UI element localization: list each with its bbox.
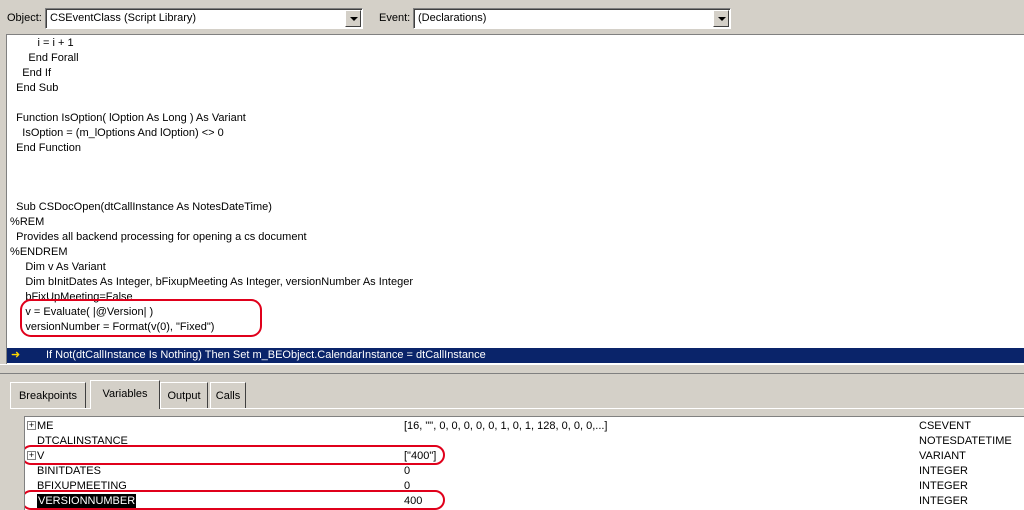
variable-type: CSEVENT (919, 420, 971, 432)
code-line[interactable]: End Forall (7, 51, 1024, 66)
tab-variables[interactable]: Variables (90, 380, 160, 409)
event-dropdown-value: (Declarations) (418, 12, 487, 24)
code-line[interactable] (7, 185, 1024, 200)
variable-name: DTCALINSTANCE (37, 435, 128, 447)
variable-value: 0 (404, 465, 411, 477)
expand-plus-icon[interactable]: + (27, 451, 36, 460)
expand-plus-icon[interactable]: + (27, 421, 36, 430)
variable-value: 0 (404, 480, 411, 492)
code-line[interactable]: Function IsOption( lOption As Long ) As … (7, 111, 1024, 126)
variable-row[interactable]: BFIXUPMEETING 0 INTEGER (25, 479, 1024, 494)
variable-type: VARIANT (919, 450, 966, 462)
chevron-down-icon[interactable] (713, 10, 729, 27)
tab-output[interactable]: Output (160, 382, 208, 408)
code-line[interactable]: Provides all backend processing for open… (7, 230, 1024, 245)
code-line[interactable]: Dim bInitDates As Integer, bFixupMeeting… (7, 275, 1024, 290)
code-line[interactable]: v = Evaluate( |@Version| ) (7, 305, 1024, 320)
tab-breakpoints[interactable]: Breakpoints (10, 382, 86, 408)
variable-name: V (37, 450, 45, 462)
event-dropdown[interactable]: (Declarations) (413, 8, 731, 29)
object-label: Object: (7, 12, 42, 24)
variables-list[interactable]: + ME [16, "", 0, 0, 0, 0, 0, 1, 0, 1, 12… (24, 416, 1024, 510)
object-dropdown[interactable]: CSEventClass (Script Library) (45, 8, 363, 29)
variable-type: INTEGER (919, 480, 968, 492)
code-line[interactable]: i = i + 1 (7, 36, 1024, 51)
code-line[interactable]: versionNumber = Format(v(0), "Fixed") (7, 320, 1024, 335)
code-line[interactable] (7, 171, 1024, 186)
variable-name: BINITDATES (37, 465, 101, 477)
event-label: Event: (379, 12, 411, 24)
code-line[interactable]: End If (7, 66, 1024, 81)
variable-row[interactable]: DTCALINSTANCE NOTESDATETIME (25, 434, 1024, 449)
variable-row[interactable]: BINITDATES 0 INTEGER (25, 464, 1024, 479)
variable-name: ME (37, 420, 54, 432)
script-editor[interactable]: i = i + 1 End Forall End If End Sub Func… (6, 34, 1024, 364)
variable-value: [16, "", 0, 0, 0, 0, 0, 1, 0, 1, 128, 0,… (404, 420, 608, 432)
tab-panel-border (10, 408, 1024, 409)
variable-name: VERSIONNUMBER (37, 494, 137, 509)
code-line[interactable]: End Function (7, 141, 1024, 156)
variable-type: NOTESDATETIME (919, 435, 1012, 447)
object-dropdown-value: CSEventClass (Script Library) (50, 12, 197, 24)
code-line[interactable]: Sub CSDocOpen(dtCallInstance As NotesDat… (7, 200, 1024, 215)
code-line[interactable] (7, 96, 1024, 111)
variable-type: INTEGER (919, 495, 968, 507)
variable-row[interactable]: VERSIONNUMBER 400 INTEGER (25, 494, 1024, 509)
tab-calls[interactable]: Calls (210, 382, 246, 408)
code-line[interactable]: bFixUpMeeting=False (7, 290, 1024, 305)
pane-splitter[interactable] (0, 364, 1024, 374)
code-line[interactable]: IsOption = (m_lOptions And lOption) <> 0 (7, 126, 1024, 141)
variable-name: BFIXUPMEETING (37, 480, 127, 492)
current-execution-line[interactable]: ➜ If Not(dtCallInstance Is Nothing) Then… (7, 348, 1024, 363)
variable-row[interactable]: + V ["400"] VARIANT (25, 449, 1024, 464)
code-line[interactable]: End Sub (7, 81, 1024, 96)
variable-value: ["400"] (404, 450, 437, 462)
execution-arrow-icon: ➜ (11, 349, 21, 361)
variable-value: 400 (404, 495, 423, 507)
variable-row[interactable]: + ME [16, "", 0, 0, 0, 0, 0, 1, 0, 1, 12… (25, 419, 1024, 434)
chevron-down-icon[interactable] (345, 10, 361, 27)
code-line[interactable]: %ENDREM (7, 245, 1024, 260)
code-line[interactable]: %REM (7, 215, 1024, 230)
variable-type: INTEGER (919, 465, 968, 477)
current-line-text: If Not(dtCallInstance Is Nothing) Then S… (46, 349, 486, 361)
object-event-toolbar: Object: CSEventClass (Script Library) Ev… (0, 0, 1024, 34)
code-line[interactable]: Dim v As Variant (7, 260, 1024, 275)
code-line[interactable] (7, 156, 1024, 171)
